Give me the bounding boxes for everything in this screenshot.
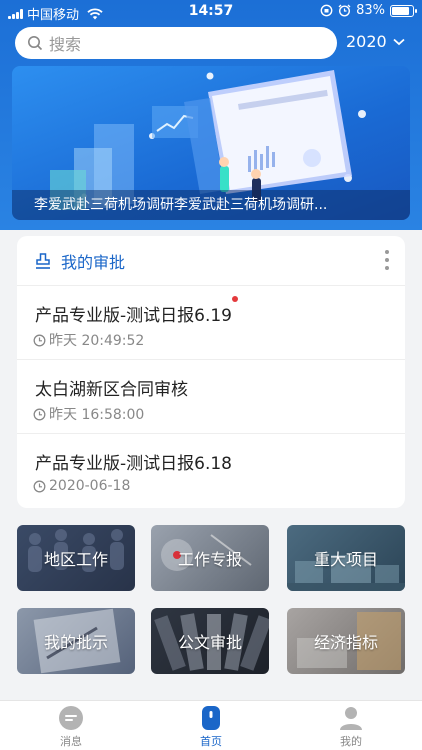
tile-label: 工作专报: [177, 550, 242, 569]
approval-card-title: 我的审批: [61, 252, 126, 272]
tab-label: 消息: [60, 735, 82, 748]
tab-messages[interactable]: 消息: [41, 705, 101, 749]
tile-regional-work[interactable]: 地区工作: [17, 525, 135, 591]
tab-profile[interactable]: 我的: [321, 705, 381, 749]
tile-my-instructions[interactable]: 我的批示: [17, 608, 135, 674]
banner-caption: 李爱武赴三荷机场调研李爱武赴三荷机场调研...: [12, 190, 410, 220]
tile-label: 地区工作: [43, 550, 108, 569]
message-icon: [59, 706, 83, 730]
unread-dot: [232, 296, 238, 302]
year-value: 2020: [346, 32, 387, 51]
clock-icon: [33, 334, 46, 346]
approval-item[interactable]: 产品专业版-测试日报6.18 2020-06-18: [17, 434, 405, 508]
more-icon[interactable]: [385, 250, 389, 270]
tab-bar: 消息 首页 我的: [0, 700, 422, 750]
tab-home[interactable]: 首页: [181, 705, 241, 749]
clock-icon: [33, 480, 46, 492]
orientation-lock-icon: [320, 4, 333, 17]
approval-item-time: 昨天 20:49:52: [33, 330, 144, 350]
search-input[interactable]: 搜索: [15, 27, 337, 59]
tile-label: 我的批示: [43, 633, 108, 652]
approval-item-time: 昨天 16:58:00: [33, 404, 144, 424]
tab-label: 首页: [200, 735, 222, 748]
approval-item-title: 太白湖新区合同审核: [35, 380, 188, 400]
approval-item-time-text: 昨天 20:49:52: [49, 333, 145, 349]
battery-fill: [392, 6, 409, 15]
search-placeholder: 搜索: [49, 35, 82, 54]
tile-major-projects[interactable]: 重大项目: [287, 525, 405, 591]
battery-percent: 83%: [356, 3, 385, 18]
tile-document-approval[interactable]: 公文审批: [151, 608, 269, 674]
user-icon: [340, 707, 362, 730]
tile-economic-indicators[interactable]: 经济指标: [287, 608, 405, 674]
tile-label: 公文审批: [177, 633, 242, 652]
approval-item[interactable]: 产品专业版-测试日报6.19 昨天 20:49:52: [17, 286, 405, 360]
tile-label: 重大项目: [313, 550, 378, 569]
tile-work-report[interactable]: 工作专报: [151, 525, 269, 591]
tile-label: 经济指标: [313, 633, 378, 652]
year-select[interactable]: 2020: [346, 32, 405, 51]
stamp-icon: [36, 252, 50, 269]
approval-card-header: 我的审批: [17, 236, 405, 286]
approval-item-time-text: 昨天 16:58:00: [49, 407, 145, 423]
approval-card: 我的审批 产品专业版-测试日报6.19 昨天 20:49:52 太白湖新区合同审…: [17, 236, 405, 508]
status-bar: 中国移动 14:57 83%: [0, 0, 422, 24]
approval-item-title: 产品专业版-测试日报6.18: [35, 454, 232, 474]
banner-carousel[interactable]: 李爱武赴三荷机场调研李爱武赴三荷机场调研...: [12, 66, 410, 220]
approval-item-time: 2020-06-18: [33, 478, 130, 494]
search-icon: [28, 36, 43, 51]
approval-item[interactable]: 太白湖新区合同审核 昨天 16:58:00: [17, 360, 405, 434]
tab-label: 我的: [340, 735, 362, 748]
clock-icon: [33, 408, 46, 420]
approval-item-time-text: 2020-06-18: [49, 478, 131, 494]
home-icon: [202, 706, 220, 730]
battery-icon: [390, 4, 417, 17]
approval-item-title: 产品专业版-测试日报6.19: [35, 306, 232, 326]
chevron-down-icon: [393, 38, 405, 45]
alarm-icon: [338, 4, 351, 17]
